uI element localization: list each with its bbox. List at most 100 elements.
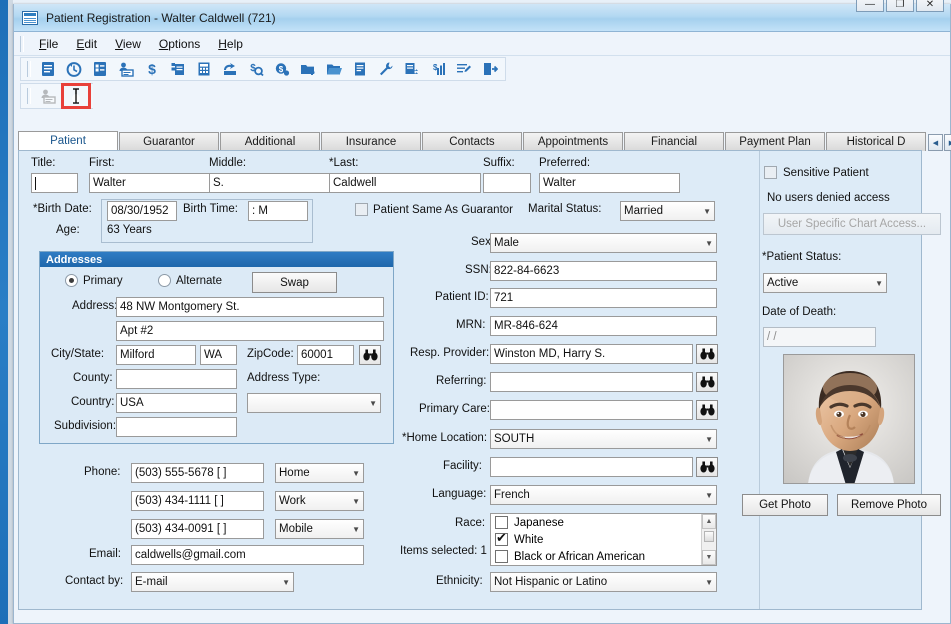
exit-door-icon[interactable]	[477, 58, 503, 80]
last-name-input[interactable]: Caldwell	[329, 173, 481, 193]
first-name-input[interactable]: Walter	[89, 173, 228, 193]
phone-1-type-select[interactable]: Home ▼	[275, 463, 364, 483]
clock-history-icon[interactable]	[61, 58, 87, 80]
patient-card-icon[interactable]	[113, 58, 139, 80]
address-line2-input[interactable]: Apt #2	[116, 321, 384, 341]
phone-2-input[interactable]: (503) 434-1111 [ ]	[131, 491, 264, 511]
language-select[interactable]: French ▼	[490, 485, 717, 505]
scrollbar-thumb[interactable]	[704, 531, 714, 542]
binoculars-icon[interactable]	[696, 400, 718, 420]
ethnicity-select[interactable]: Not Hispanic or Latino ▼	[490, 572, 717, 592]
city-input[interactable]: Milford	[116, 345, 196, 365]
binoculars-icon[interactable]	[696, 344, 718, 364]
patient-same-as-guarantor-checkbox[interactable]: Patient Same As Guarantor	[355, 203, 513, 216]
menu-grip[interactable]	[20, 35, 24, 52]
tab-appointments[interactable]: Appointments	[523, 132, 623, 151]
phone-2-type-select[interactable]: Work ▼	[275, 491, 364, 511]
user-specific-chart-access-button[interactable]: User Specific Chart Access...	[763, 213, 941, 235]
remove-photo-button[interactable]: Remove Photo	[837, 494, 941, 516]
patient-status-select[interactable]: Active ▼	[763, 273, 887, 293]
state-input[interactable]: WA	[200, 345, 237, 365]
scroll-up-icon[interactable]: ▲	[702, 514, 716, 529]
middle-name-input[interactable]: S.	[209, 173, 348, 193]
county-input[interactable]	[116, 369, 237, 389]
referring-input[interactable]	[490, 372, 693, 392]
tab-patient[interactable]: Patient	[18, 131, 118, 151]
patient-id-input[interactable]: 721	[490, 288, 717, 308]
folder-open-icon[interactable]	[321, 58, 347, 80]
ssn-input[interactable]: 822-84-6623	[490, 261, 717, 281]
facility-input[interactable]	[490, 457, 693, 477]
race-option-white[interactable]: White	[491, 530, 716, 548]
tab-historical-data[interactable]: Historical D	[826, 132, 926, 151]
toolbar-grip[interactable]	[27, 61, 31, 77]
wrench-icon[interactable]	[373, 58, 399, 80]
charge-search-icon[interactable]: $	[243, 58, 269, 80]
country-input[interactable]: USA	[116, 393, 237, 413]
suffix-input[interactable]	[483, 173, 531, 193]
tab-insurance[interactable]: Insurance	[321, 132, 421, 151]
sex-select[interactable]: Male ▼	[490, 233, 717, 253]
tab-additional[interactable]: Additional	[220, 132, 320, 151]
zipcode-input[interactable]: 60001	[297, 345, 354, 365]
menu-options[interactable]: Options	[150, 35, 209, 53]
contact-by-select[interactable]: E-mail ▼	[131, 572, 294, 592]
ledger-icon[interactable]	[399, 58, 425, 80]
race-listbox-scrollbar[interactable]: ▲ ▼	[701, 514, 716, 565]
date-of-death-input[interactable]: / /	[763, 327, 876, 347]
tab-payment-plan[interactable]: Payment Plan	[725, 132, 825, 151]
title-input[interactable]	[31, 173, 78, 193]
invoice-icon[interactable]	[165, 58, 191, 80]
race-listbox[interactable]: Japanese White Black or African American…	[490, 513, 717, 566]
mrn-input[interactable]: MR-846-624	[490, 316, 717, 336]
race-option-japanese[interactable]: Japanese	[491, 514, 716, 531]
subdivision-input[interactable]	[116, 417, 237, 437]
home-location-select[interactable]: SOUTH ▼	[490, 429, 717, 449]
payment-icon[interactable]: $	[269, 58, 295, 80]
notes-icon[interactable]	[35, 58, 61, 80]
edit-list-icon[interactable]	[451, 58, 477, 80]
tab-scroll-right-icon[interactable]: ▶	[944, 134, 951, 151]
menu-edit[interactable]: Edit	[67, 35, 106, 53]
tab-guarantor[interactable]: Guarantor	[119, 132, 219, 151]
race-option-black-or-african-american[interactable]: Black or African American	[491, 548, 716, 565]
phone-1-input[interactable]: (503) 555-5678 [ ]	[131, 463, 264, 483]
checklist-icon[interactable]	[87, 58, 113, 80]
birth-date-input[interactable]: 08/30/1952	[107, 201, 177, 221]
calculator-icon[interactable]	[191, 58, 217, 80]
folder-add-icon[interactable]	[295, 58, 321, 80]
swap-address-button[interactable]: Swap	[252, 272, 337, 293]
primary-care-input[interactable]	[490, 400, 693, 420]
financial-chart-icon[interactable]: $	[425, 58, 451, 80]
sensitive-patient-checkbox[interactable]: Sensitive Patient	[764, 166, 869, 179]
tab-financial[interactable]: Financial	[624, 132, 724, 151]
scroll-down-icon[interactable]: ▼	[702, 550, 716, 565]
minimize-button[interactable]: —	[856, 0, 884, 12]
phone-3-type-select[interactable]: Mobile ▼	[275, 519, 364, 539]
address-line1-input[interactable]: 48 NW Montgomery St.	[116, 297, 384, 317]
tab-scroll-left-icon[interactable]: ◀	[928, 134, 943, 151]
get-photo-button[interactable]: Get Photo	[742, 494, 828, 516]
menu-view[interactable]: View	[106, 35, 150, 53]
address-alternate-radio[interactable]: Alternate	[158, 274, 222, 287]
document-icon[interactable]	[347, 58, 373, 80]
binoculars-icon[interactable]	[696, 372, 718, 392]
resp-provider-input[interactable]: Winston MD, Harry S.	[490, 344, 693, 364]
birth-time-input[interactable]: : M	[248, 201, 308, 221]
dollar-icon[interactable]: $	[139, 58, 165, 80]
menu-help[interactable]: Help	[209, 35, 252, 53]
email-input[interactable]: caldwells@gmail.com	[131, 545, 364, 565]
binoculars-icon[interactable]	[696, 457, 718, 477]
preferred-name-input[interactable]: Walter	[539, 173, 680, 193]
ibeam-cursor-icon[interactable]	[61, 83, 91, 109]
claim-submit-icon[interactable]	[217, 58, 243, 80]
marital-status-select[interactable]: Married ▼	[620, 201, 715, 221]
tab-contacts[interactable]: Contacts	[422, 132, 522, 151]
close-button[interactable]: ✕	[916, 0, 944, 12]
secondary-toolbar-grip[interactable]	[27, 88, 31, 104]
address-primary-radio[interactable]: Primary	[65, 274, 123, 287]
maximize-button[interactable]: ❐	[886, 0, 914, 12]
address-type-select[interactable]: ▼	[247, 393, 381, 413]
phone-3-input[interactable]: (503) 434-0091 [ ]	[131, 519, 264, 539]
patient-card-small-icon[interactable]	[35, 85, 61, 107]
